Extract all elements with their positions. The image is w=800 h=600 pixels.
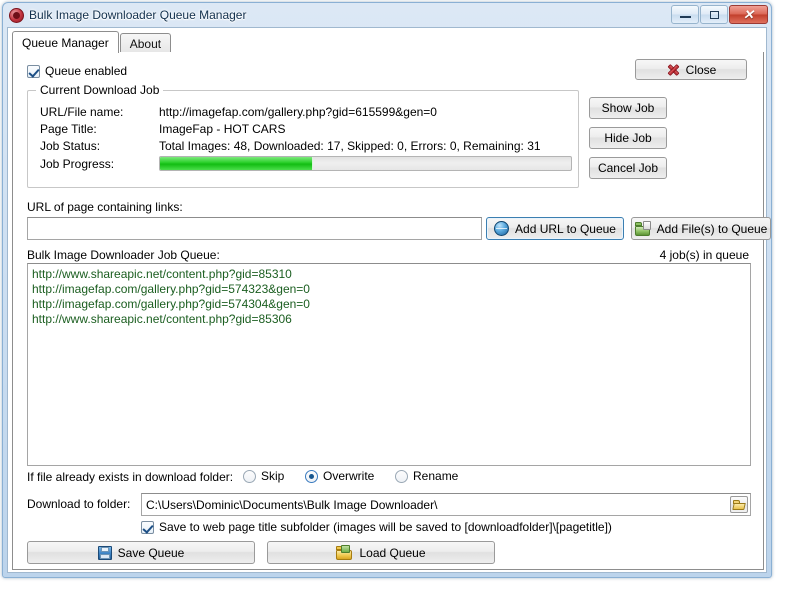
folder-open-icon [336, 544, 353, 560]
folder-add-icon [634, 220, 651, 236]
client-area: Queue Manager About Queue enabled Close … [7, 27, 771, 573]
job-status-label: Job Status: [40, 139, 101, 153]
window-controls: ✕ [671, 5, 768, 24]
cancel-job-button[interactable]: Cancel Job [589, 157, 667, 179]
subfolder-label: Save to web page title subfolder (images… [159, 520, 612, 534]
tab-strip: Queue Manager About [12, 31, 172, 53]
load-queue-label: Load Queue [359, 545, 426, 560]
list-item[interactable]: http://imagefap.com/gallery.php?gid=5743… [32, 282, 746, 297]
url-input[interactable] [27, 217, 482, 240]
tab-queue-manager[interactable]: Queue Manager [12, 31, 119, 53]
load-queue-button[interactable]: Load Queue [267, 541, 495, 564]
tab-about[interactable]: About [119, 33, 172, 53]
minimize-button[interactable] [671, 5, 699, 24]
window-title: Bulk Image Downloader Queue Manager [29, 8, 247, 22]
job-progress-fill [160, 157, 314, 170]
title-bar: Bulk Image Downloader Queue Manager ✕ [3, 3, 771, 27]
add-url-to-queue-button[interactable]: Add URL to Queue [486, 217, 624, 240]
app-icon [9, 7, 24, 23]
checkbox-icon [27, 64, 40, 78]
page-title-label: Page Title: [40, 122, 97, 136]
queue-list-box[interactable]: http://www.shareapic.net/content.php?gid… [27, 263, 751, 466]
radio-skip-label: Skip [261, 469, 285, 483]
add-files-to-queue-button[interactable]: Add File(s) to Queue [631, 217, 771, 240]
list-item[interactable]: http://www.shareapic.net/content.php?gid… [32, 267, 746, 282]
save-queue-label: Save Queue [117, 545, 185, 560]
subfolder-checkbox[interactable]: Save to web page title subfolder (images… [141, 520, 612, 534]
radio-skip[interactable]: Skip [243, 469, 284, 483]
job-status-value: Total Images: 48, Downloaded: 17, Skippe… [159, 139, 541, 153]
job-progress-bar [159, 156, 572, 171]
checkbox-icon [141, 520, 154, 534]
url-file-name-value: http://imagefap.com/gallery.php?gid=6155… [159, 105, 437, 119]
open-folder-icon[interactable] [730, 496, 748, 513]
hide-job-button[interactable]: Hide Job [589, 127, 667, 149]
floppy-disk-icon [97, 545, 112, 560]
radio-overwrite-label: Overwrite [323, 469, 375, 483]
minimize-icon [679, 16, 691, 18]
red-x-icon [666, 63, 680, 77]
queue-list-label: Bulk Image Downloader Job Queue: [27, 248, 220, 262]
url-file-name-label: URL/File name: [40, 105, 124, 119]
current-job-group: Current Download Job URL/File name: http… [27, 83, 579, 188]
list-item[interactable]: http://www.shareapic.net/content.php?gid… [32, 312, 746, 327]
window-close-button[interactable]: ✕ [729, 5, 768, 24]
radio-icon [305, 469, 318, 483]
show-job-button[interactable]: Show Job [589, 97, 667, 119]
save-queue-button[interactable]: Save Queue [27, 541, 255, 564]
add-url-label: Add URL to Queue [515, 221, 616, 236]
globe-icon [494, 221, 510, 236]
page-title-value: ImageFap - HOT CARS [159, 122, 286, 136]
show-job-label: Show Job [601, 101, 655, 115]
close-button-label: Close [685, 62, 717, 77]
download-folder-input[interactable]: C:\Users\Dominic\Documents\Bulk Image Do… [141, 493, 751, 516]
maximize-button[interactable] [700, 5, 728, 24]
job-progress-label: Job Progress: [40, 157, 115, 171]
cancel-job-label: Cancel Job [597, 161, 659, 175]
current-job-group-title: Current Download Job [36, 83, 164, 97]
queue-enabled-label: Queue enabled [45, 64, 128, 78]
tab-about-label: About [129, 36, 162, 51]
app-window: Bulk Image Downloader Queue Manager ✕ Qu… [2, 2, 772, 578]
url-section-label: URL of page containing links: [27, 200, 183, 214]
close-button[interactable]: Close [635, 59, 747, 80]
download-folder-label: Download to folder: [27, 497, 131, 511]
maximize-icon [709, 10, 719, 19]
download-folder-value: C:\Users\Dominic\Documents\Bulk Image Do… [146, 497, 438, 512]
hide-job-label: Hide Job [604, 131, 652, 145]
radio-rename-label: Rename [413, 469, 459, 483]
tab-queue-manager-label: Queue Manager [22, 35, 109, 50]
radio-icon [395, 469, 408, 483]
close-icon: ✕ [743, 7, 754, 22]
radio-overwrite[interactable]: Overwrite [305, 469, 374, 483]
file-exists-label: If file already exists in download folde… [27, 470, 234, 484]
tab-page-queue-manager: Queue enabled Close Current Download Job… [12, 52, 771, 570]
radio-icon [243, 469, 256, 483]
queue-count-label: 4 job(s) in queue [659, 248, 749, 262]
list-item[interactable]: http://imagefap.com/gallery.php?gid=5743… [32, 297, 746, 312]
add-files-label: Add File(s) to Queue [656, 221, 768, 236]
queue-enabled-checkbox[interactable]: Queue enabled [27, 64, 127, 78]
radio-rename[interactable]: Rename [395, 469, 458, 483]
